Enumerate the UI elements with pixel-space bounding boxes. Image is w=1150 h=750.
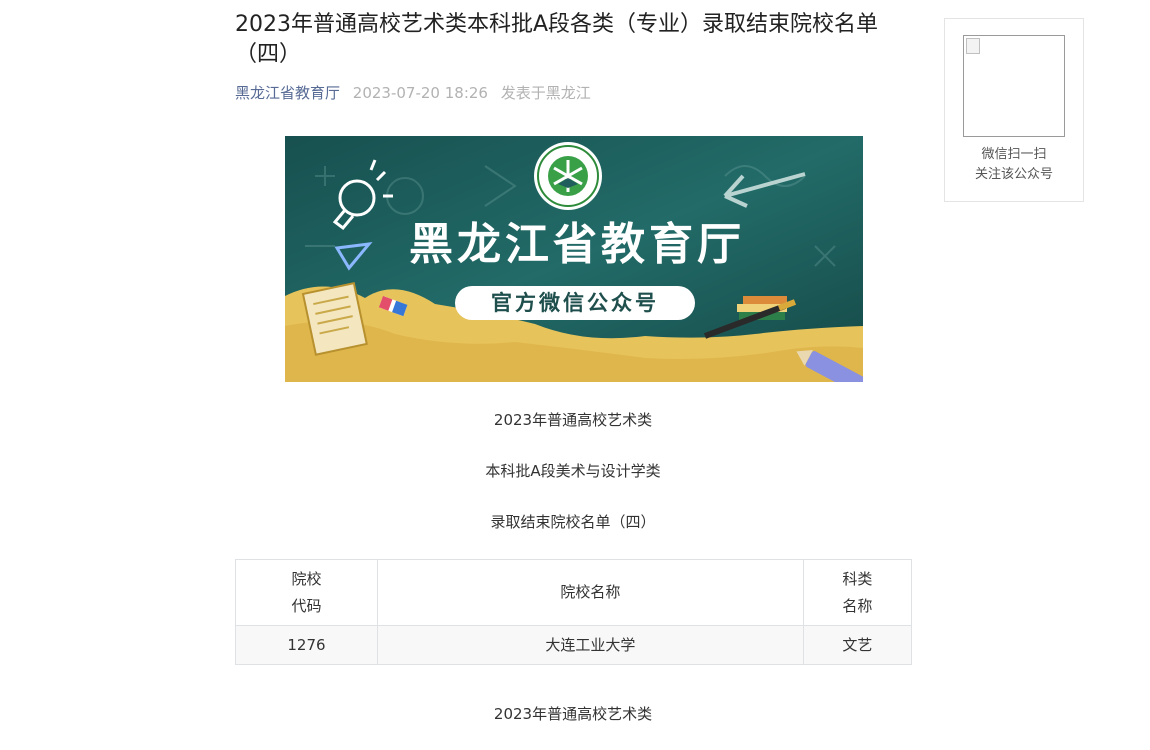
header-school-code-text: 院校代码 [291,569,322,615]
table-header-row: 院校代码 院校名称 科类名称 [235,559,913,626]
account-name-link[interactable]: 黑龙江省教育厅 [235,84,340,102]
qr-caption: 微信扫一扫 关注该公众号 [945,145,1083,185]
header-category-text: 科类名称 [842,569,873,615]
broken-image-icon [966,38,980,54]
next-section-heading: 2023年普通高校艺术类 [493,705,653,723]
banner-image: 黑龙江省教育厅 官方微信公众号 [285,136,863,382]
section-line-3: 录取结束院校名单（四） [490,513,656,531]
bureau-logo [534,142,602,210]
publish-date: 2023-07-20 18:26 [352,84,488,102]
qr-code-image[interactable] [963,35,1065,137]
header-school-name: 院校名称 [376,559,804,626]
qr-card: 微信扫一扫 关注该公众号 [944,18,1084,202]
table-row: 1276 大连工业大学 文艺 [235,625,913,665]
banner-subline: 官方微信公众号 [491,291,659,315]
admission-table: 院校代码 院校名称 科类名称 1276 大连工业大学 文艺 [235,559,913,665]
article-title: 2023年普通高校艺术类本科批A段各类（专业）录取结束院校名单（四） [235,12,879,67]
qr-caption-line2: 关注该公众号 [974,167,1053,182]
publish-location: 发表于黑龙江 [500,84,591,102]
section-line-2: 本科批A段美术与设计学类 [485,462,661,480]
qr-caption-line1: 微信扫一扫 [981,147,1047,162]
cell-category: 文艺 [802,625,913,665]
article: 2023年普通高校艺术类本科批A段各类（专业）录取结束院校名单（四） 黑龙江省教… [235,0,913,723]
cell-school-name: 大连工业大学 [376,625,804,665]
banner-graphic: 黑龙江省教育厅 官方微信公众号 [285,136,863,382]
article-meta: 黑龙江省教育厅 2023-07-20 18:26 发表于黑龙江 [235,82,913,104]
section-line-1: 2023年普通高校艺术类 [493,411,653,429]
cell-school-code: 1276 [235,625,378,665]
banner-headline: 黑龙江省教育厅 [409,219,745,270]
header-category: 科类名称 [802,559,913,626]
header-school-code: 院校代码 [235,559,378,626]
